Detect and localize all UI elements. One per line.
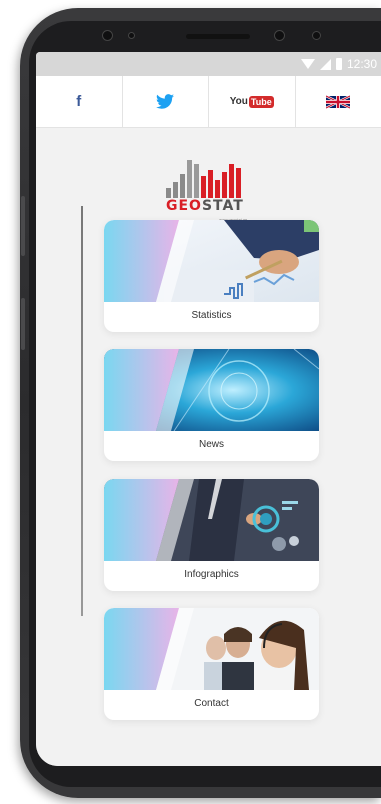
uk-flag-icon [326, 94, 351, 109]
youtube-icon: You Tube [229, 95, 274, 108]
status-clock: 12:30 [346, 57, 377, 71]
youtube-button[interactable]: You Tube [209, 76, 296, 127]
sensor-icon [128, 32, 135, 39]
menu-card-news[interactable]: News [104, 349, 319, 461]
menu-card-label: News [198, 439, 224, 450]
language-button[interactable] [296, 76, 381, 127]
main-content: GEOSTAT www.geostat.ge [36, 128, 381, 766]
battery-icon [335, 58, 342, 70]
geostat-logo: GEOSTAT www.geostat.ge [164, 158, 260, 222]
proximity-sensor-icon [274, 30, 285, 41]
statistics-photo-icon [104, 220, 319, 302]
signal-icon [319, 58, 331, 70]
light-sensor-icon [312, 31, 321, 40]
menu-card-statistics[interactable]: Statistics [104, 220, 319, 332]
facebook-button[interactable]: f [36, 76, 123, 127]
menu-card-label: Contact [194, 698, 229, 709]
contact-photo-icon [104, 608, 319, 690]
app-screen: 12:30 f You Tube GEOSTAT Statistics News… [36, 52, 381, 766]
volume-up-button [21, 196, 25, 256]
social-bar: f You Tube [36, 76, 381, 128]
phone-chin [36, 766, 381, 788]
earpiece-speaker [186, 34, 250, 39]
news-photo-icon [104, 349, 319, 431]
wifi-icon [300, 59, 315, 69]
divider-line [81, 206, 83, 616]
menu-card-label: Statistics [191, 310, 232, 321]
front-camera-icon [102, 30, 113, 41]
facebook-icon: f [76, 93, 82, 110]
status-bar: 12:30 [36, 52, 381, 76]
menu-card-contact[interactable]: Contact [104, 608, 319, 720]
volume-down-button [21, 298, 25, 350]
logo-wordmark: GEOSTAT [166, 198, 244, 214]
logo-bars-icon [166, 158, 258, 198]
menu-card-label: Infographics [184, 569, 239, 580]
twitter-icon [156, 94, 175, 109]
menu-card-infographics[interactable]: Infographics [104, 479, 319, 591]
twitter-button[interactable] [123, 76, 209, 127]
device-canvas: 12:30 f You Tube GEOSTAT Statistics News… [0, 0, 381, 804]
infographics-photo-icon [104, 479, 319, 561]
